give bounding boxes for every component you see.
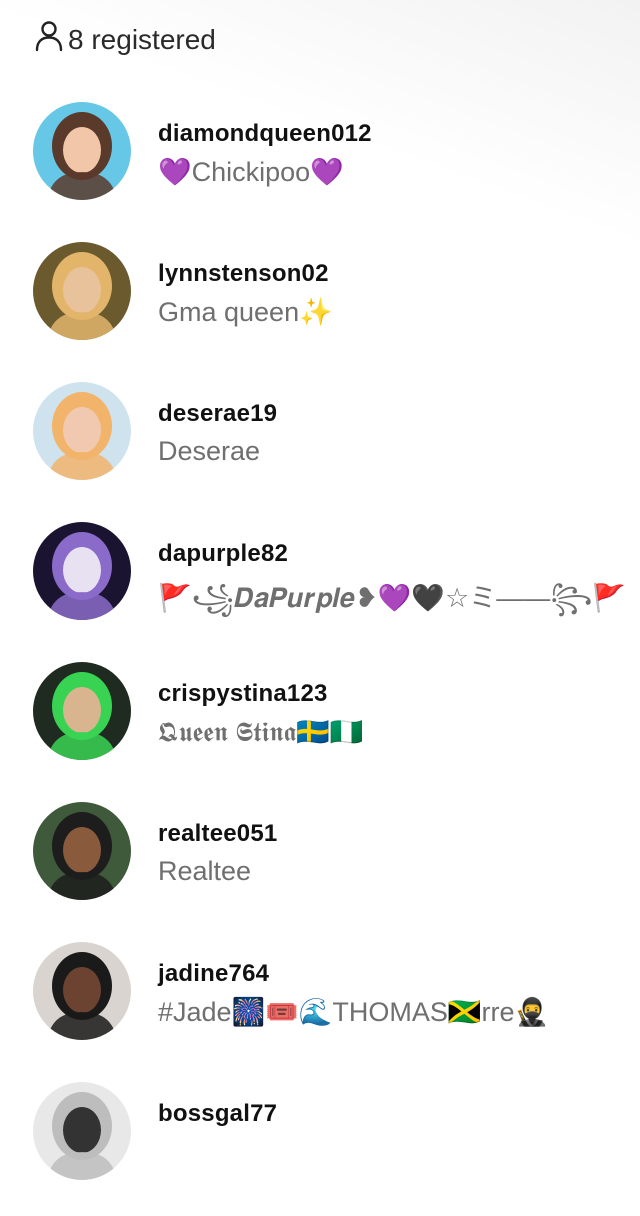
list-item[interactable]: bossgal77	[0, 1076, 640, 1216]
display-name: #Jade🎆🎟️🌊THOMAS🇯🇲rre🥷	[158, 997, 549, 1027]
list-item[interactable]: deserae19 Deserae	[0, 376, 640, 516]
username: crispystina123	[158, 680, 328, 707]
username: diamondqueen012	[158, 120, 372, 147]
avatar[interactable]	[33, 802, 131, 900]
registered-count-header: 8 registered	[34, 20, 216, 59]
list-item[interactable]: realtee051 Realtee	[0, 796, 640, 936]
list-item[interactable]: crispystina123 𝕼𝖚𝖊𝖊𝖓 𝕾𝖙𝖎𝖓𝖆🇸🇪🇳🇬	[0, 656, 640, 796]
username: jadine764	[158, 960, 270, 987]
registered-users-page: 8 registered diamondqueen012 💜Chickipoo💜…	[0, 0, 640, 1180]
display-name: Realtee	[158, 856, 252, 886]
avatar[interactable]	[33, 102, 131, 200]
list-item[interactable]: jadine764 #Jade🎆🎟️🌊THOMAS🇯🇲rre🥷	[0, 936, 640, 1076]
avatar[interactable]	[33, 942, 131, 1040]
avatar[interactable]	[33, 382, 131, 480]
user-list: diamondqueen012 💜Chickipoo💜 lynnstenson0…	[0, 96, 640, 1216]
registered-count-label: 8 registered	[68, 23, 216, 55]
display-name: Deserae	[158, 436, 261, 466]
username: lynnstenson02	[158, 260, 329, 287]
avatar[interactable]	[33, 242, 131, 340]
person-icon	[34, 20, 64, 59]
display-name: 💜Chickipoo💜	[158, 157, 344, 187]
avatar[interactable]	[33, 662, 131, 760]
username: realtee051	[158, 820, 278, 847]
avatar[interactable]	[33, 522, 131, 620]
list-item[interactable]: diamondqueen012 💜Chickipoo💜	[0, 96, 640, 236]
username: bossgal77	[158, 1100, 278, 1127]
display-name: Gma queen✨	[158, 297, 333, 327]
display-name: 🚩꧁𝑫𝒂𝑷𝒖𝒓𝒑𝒍𝒆❥💜🖤☆ミ——꧂🚩	[158, 583, 626, 613]
display-name: 𝕼𝖚𝖊𝖊𝖓 𝕾𝖙𝖎𝖓𝖆🇸🇪🇳🇬	[158, 717, 364, 747]
username: dapurple82	[158, 540, 289, 567]
list-item[interactable]: lynnstenson02 Gma queen✨	[0, 236, 640, 376]
avatar[interactable]	[33, 1082, 131, 1180]
username: deserae19	[158, 400, 278, 427]
list-item[interactable]: dapurple82 🚩꧁𝑫𝒂𝑷𝒖𝒓𝒑𝒍𝒆❥💜🖤☆ミ——꧂🚩	[0, 516, 640, 656]
